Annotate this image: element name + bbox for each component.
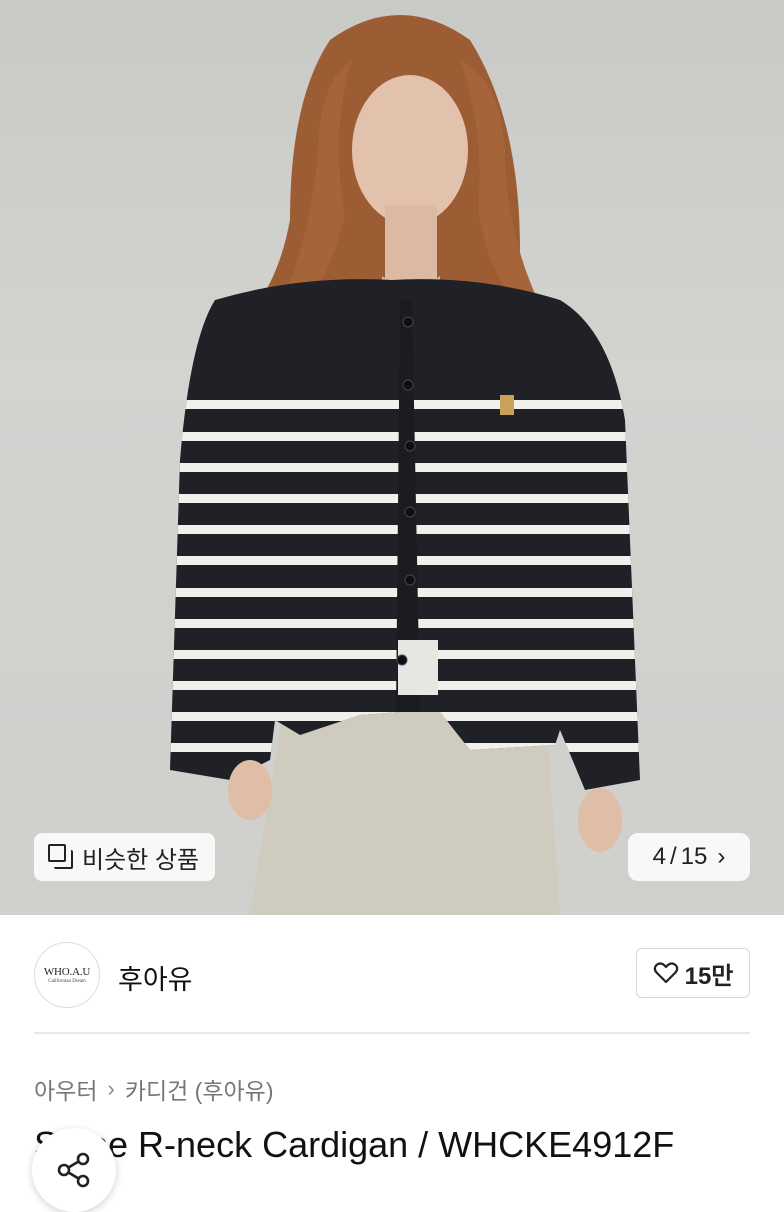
breadcrumb-item-cardigan[interactable]: 카디건 (후아유)	[125, 1072, 274, 1106]
similar-products-button[interactable]: 비슷한 상품	[34, 833, 216, 881]
share-button[interactable]	[32, 1128, 116, 1212]
chevron-right-icon: ›	[107, 1076, 115, 1101]
seller-row: WHO.A.U Californian Dream 후아유 15만	[0, 915, 784, 1033]
counter-total: 15	[680, 843, 708, 870]
brand-like-button[interactable]: 15만	[636, 948, 750, 998]
logo-subtext: Californian Dream	[48, 979, 86, 984]
chevron-right-icon: ›	[717, 843, 726, 870]
counter-separator: /	[669, 843, 677, 870]
share-icon	[57, 1152, 90, 1188]
similar-items-icon	[48, 844, 74, 870]
product-photo	[170, 15, 640, 915]
divider	[34, 1032, 750, 1034]
image-counter-button[interactable]: 4 / 15 ›	[628, 833, 750, 881]
seller-logo[interactable]: WHO.A.U Californian Dream	[34, 942, 100, 1008]
breadcrumb: 아우터 › 카디건 (후아유)	[34, 1072, 273, 1106]
like-count: 15만	[684, 962, 734, 990]
heart-icon	[653, 962, 678, 984]
seller-name[interactable]: 후아유	[118, 958, 193, 997]
breadcrumb-item-outer[interactable]: 아우터	[34, 1072, 97, 1106]
product-image-carousel[interactable]: 비슷한 상품 4 / 15 ›	[0, 0, 784, 915]
logo-text: WHO.A.U	[43, 966, 91, 978]
product-title: Stripe R-neck Cardigan / WHCKE4912F	[34, 1124, 675, 1165]
similar-products-label: 비슷한 상품	[82, 846, 200, 874]
counter-current: 4	[652, 843, 666, 870]
